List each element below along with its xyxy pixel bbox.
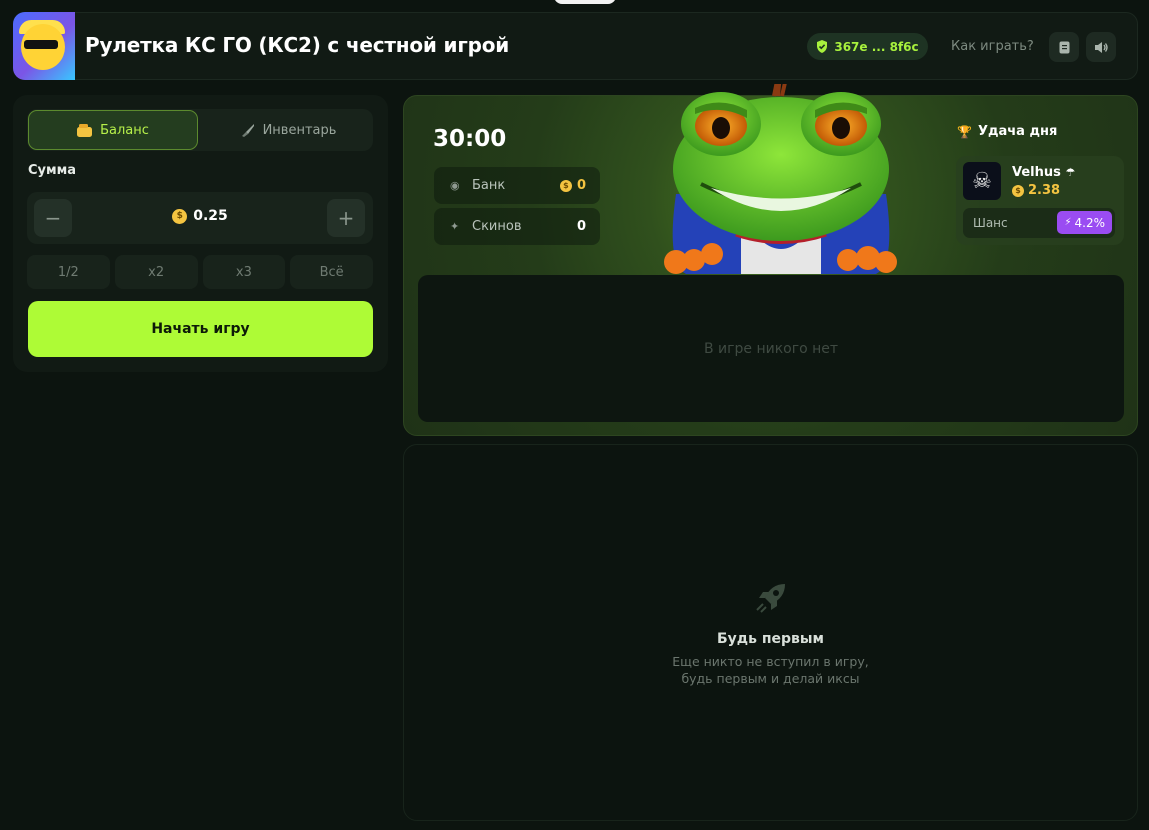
bank-stat: ◉ Банк $0	[434, 167, 600, 204]
increase-button[interactable]: +	[327, 199, 365, 237]
amount-value: 0.25	[193, 208, 228, 224]
bank-label: Банк	[472, 178, 506, 193]
coin-icon: $	[172, 208, 188, 224]
chance-badge: ⚡ 4.2%	[1057, 211, 1112, 234]
frog-mascot	[664, 84, 897, 274]
sound-button[interactable]	[1086, 32, 1116, 62]
tab-balance-label: Баланс	[100, 122, 149, 138]
players-area: В игре никого нет	[418, 275, 1124, 422]
mushroom-icon: ☂	[1065, 166, 1076, 179]
luck-username: Velhus ☂	[1012, 165, 1076, 180]
top-notch	[554, 0, 616, 4]
luck-of-day-title: 🏆 Удача дня	[957, 124, 1057, 139]
bank-value: 0	[576, 178, 586, 193]
shield-icon	[817, 40, 828, 53]
skins-label: Скинов	[472, 219, 522, 234]
chance-row: Шанс ⚡ 4.2%	[963, 208, 1115, 238]
lightning-icon: ⚡	[1064, 217, 1072, 228]
amount-display[interactable]: $ 0.25	[27, 208, 373, 224]
money-bag-icon: ◉	[450, 179, 460, 192]
knife-icon	[241, 123, 254, 137]
bet-panel: Баланс Инвентарь Сумма − $ 0.25 + 1/2 x2…	[13, 95, 388, 372]
page-title: Рулетка КС ГО (КС2) с честной игрой	[85, 33, 510, 57]
speaker-icon	[1094, 41, 1108, 53]
tab-inventory-label: Инвентарь	[262, 122, 337, 138]
luck-title-text: Удача дня	[977, 124, 1058, 139]
luck-of-day-card: ☠ Velhus ☂ $ 2.38 Шанс ⚡ 4.2%	[956, 156, 1124, 245]
empty-players-text: В игре никого нет	[703, 340, 839, 357]
coin-icon: $	[559, 179, 572, 192]
start-game-button[interactable]: Начать игру	[28, 301, 373, 357]
coin-icon: $	[1012, 184, 1024, 197]
skins-value: 0	[576, 219, 586, 234]
sum-label: Сумма	[28, 163, 77, 178]
wallet-icon	[77, 123, 93, 137]
empty-state-title: Будь первым	[717, 631, 824, 647]
multiplier-buttons: 1/2 x2 x3 Всё	[27, 255, 373, 289]
half-button[interactable]: 1/2	[27, 255, 110, 289]
rules-button[interactable]	[1049, 32, 1079, 62]
document-icon	[1059, 41, 1069, 53]
knife-icon: ✦	[450, 220, 460, 233]
x2-button[interactable]: x2	[114, 255, 198, 289]
luck-amount: $ 2.38	[1012, 183, 1060, 198]
game-panel: 30:00 ◉ Банк $0 ✦ Скинов 0 🏆 Удача дня ☠…	[403, 84, 1138, 436]
trophy-icon: 🏆	[957, 124, 972, 139]
amount-stepper: − $ 0.25 +	[27, 192, 373, 244]
tab-inventory[interactable]: Инвентарь	[203, 110, 373, 150]
skins-stat: ✦ Скинов 0	[434, 208, 600, 245]
rocket-icon	[756, 584, 785, 613]
participants-panel: Будь первым Еще никто не вступил в игру,…	[403, 444, 1138, 821]
all-button[interactable]: Всё	[290, 255, 373, 289]
round-timer: 30:00	[433, 126, 507, 152]
chance-label: Шанс	[973, 216, 1008, 230]
hash-text: 367e ... 8f6c	[834, 39, 919, 54]
x3-button[interactable]: x3	[202, 255, 286, 289]
tab-balance[interactable]: Баланс	[28, 110, 198, 150]
avatar: ☠	[963, 162, 1001, 200]
how-to-play-link[interactable]: Как играть?	[951, 39, 1034, 54]
game-header: Рулетка КС ГО (КС2) с честной игрой 367e…	[13, 12, 1138, 80]
empty-state-subtitle: Еще никто не вступил в игру, будь первым…	[672, 654, 869, 686]
game-logo	[13, 12, 75, 80]
fairness-hash-button[interactable]: 367e ... 8f6c	[807, 33, 928, 60]
payment-tabs: Баланс Инвентарь	[27, 109, 373, 151]
